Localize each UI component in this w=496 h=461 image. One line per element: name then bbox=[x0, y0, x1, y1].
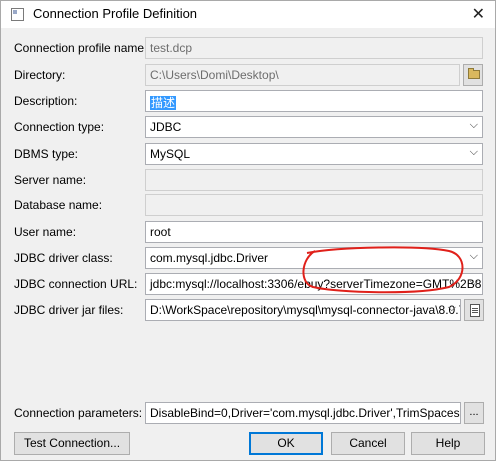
cancel-button[interactable]: Cancel bbox=[331, 432, 405, 455]
directory-field: C:\Users\Domi\Desktop\ bbox=[145, 64, 460, 86]
description-value: 描述 bbox=[150, 96, 177, 110]
server-name-label: Server name: bbox=[14, 173, 87, 187]
dbms-type-label: DBMS type: bbox=[14, 147, 79, 161]
dbms-type-select[interactable]: MySQL ⌵ bbox=[145, 143, 483, 165]
jdbc-connection-url-label: JDBC connection URL: bbox=[14, 277, 138, 291]
dbms-type-value: MySQL bbox=[150, 147, 191, 161]
description-input[interactable]: 描述 bbox=[145, 90, 483, 112]
jdbc-driver-jar-files-value: D:\WorkSpace\repository\mysql\mysql-conn… bbox=[150, 303, 461, 317]
chevron-down-icon[interactable]: ⌵ bbox=[470, 250, 478, 263]
connection-profile-name-field: test.dcp bbox=[145, 37, 483, 59]
app-icon bbox=[11, 8, 24, 21]
connection-type-value: JDBC bbox=[150, 120, 182, 134]
chevron-down-icon[interactable]: ⌵ bbox=[470, 276, 478, 289]
directory-label: Directory: bbox=[14, 68, 66, 82]
database-name-field bbox=[145, 194, 483, 216]
jdbc-connection-url-value: jdbc:mysql://localhost:3306/ebuy?serverT… bbox=[150, 277, 482, 291]
chevron-down-icon[interactable]: ⌵ bbox=[470, 146, 478, 159]
connection-type-label: Connection type: bbox=[14, 120, 105, 134]
chevron-down-icon[interactable]: ⌵ bbox=[470, 119, 478, 132]
edit-parameters-button[interactable]: ... bbox=[464, 402, 484, 424]
connection-profile-name-label: Connection profile name: bbox=[14, 41, 148, 55]
help-button[interactable]: Help bbox=[411, 432, 485, 455]
jdbc-driver-class-label: JDBC driver class: bbox=[14, 251, 113, 265]
close-icon[interactable]: ✕ bbox=[472, 4, 485, 24]
ok-button[interactable]: OK bbox=[249, 432, 323, 455]
jdbc-connection-url-select[interactable]: jdbc:mysql://localhost:3306/ebuy?serverT… bbox=[145, 273, 483, 295]
chevron-down-icon[interactable]: ⌵ bbox=[448, 302, 456, 315]
document-icon bbox=[470, 304, 480, 317]
connection-parameters-field[interactable]: DisableBind=0,Driver='com.mysql.jdbc.Dri… bbox=[145, 402, 461, 424]
dialog-window: Connection Profile Definition ✕ Connecti… bbox=[0, 0, 496, 461]
jdbc-driver-class-select[interactable]: com.mysql.jdbc.Driver ⌵ bbox=[145, 247, 483, 269]
browse-directory-button[interactable] bbox=[463, 64, 483, 86]
jdbc-driver-jar-files-label: JDBC driver jar files: bbox=[14, 303, 124, 317]
jdbc-driver-jar-files-select[interactable]: D:\WorkSpace\repository\mysql\mysql-conn… bbox=[145, 299, 461, 321]
title-bar: Connection Profile Definition ✕ bbox=[1, 1, 495, 28]
server-name-field bbox=[145, 169, 483, 191]
jdbc-driver-class-value: com.mysql.jdbc.Driver bbox=[150, 251, 269, 265]
description-label: Description: bbox=[14, 94, 78, 108]
window-title: Connection Profile Definition bbox=[33, 6, 198, 21]
browse-jar-button[interactable] bbox=[464, 299, 484, 321]
user-name-input[interactable]: root bbox=[145, 221, 483, 243]
folder-icon bbox=[468, 68, 480, 79]
connection-parameters-label: Connection parameters: bbox=[14, 406, 143, 420]
test-connection-button[interactable]: Test Connection... bbox=[14, 432, 130, 455]
database-name-label: Database name: bbox=[14, 198, 103, 212]
connection-type-select[interactable]: JDBC ⌵ bbox=[145, 116, 483, 138]
user-name-label: User name: bbox=[14, 225, 77, 239]
